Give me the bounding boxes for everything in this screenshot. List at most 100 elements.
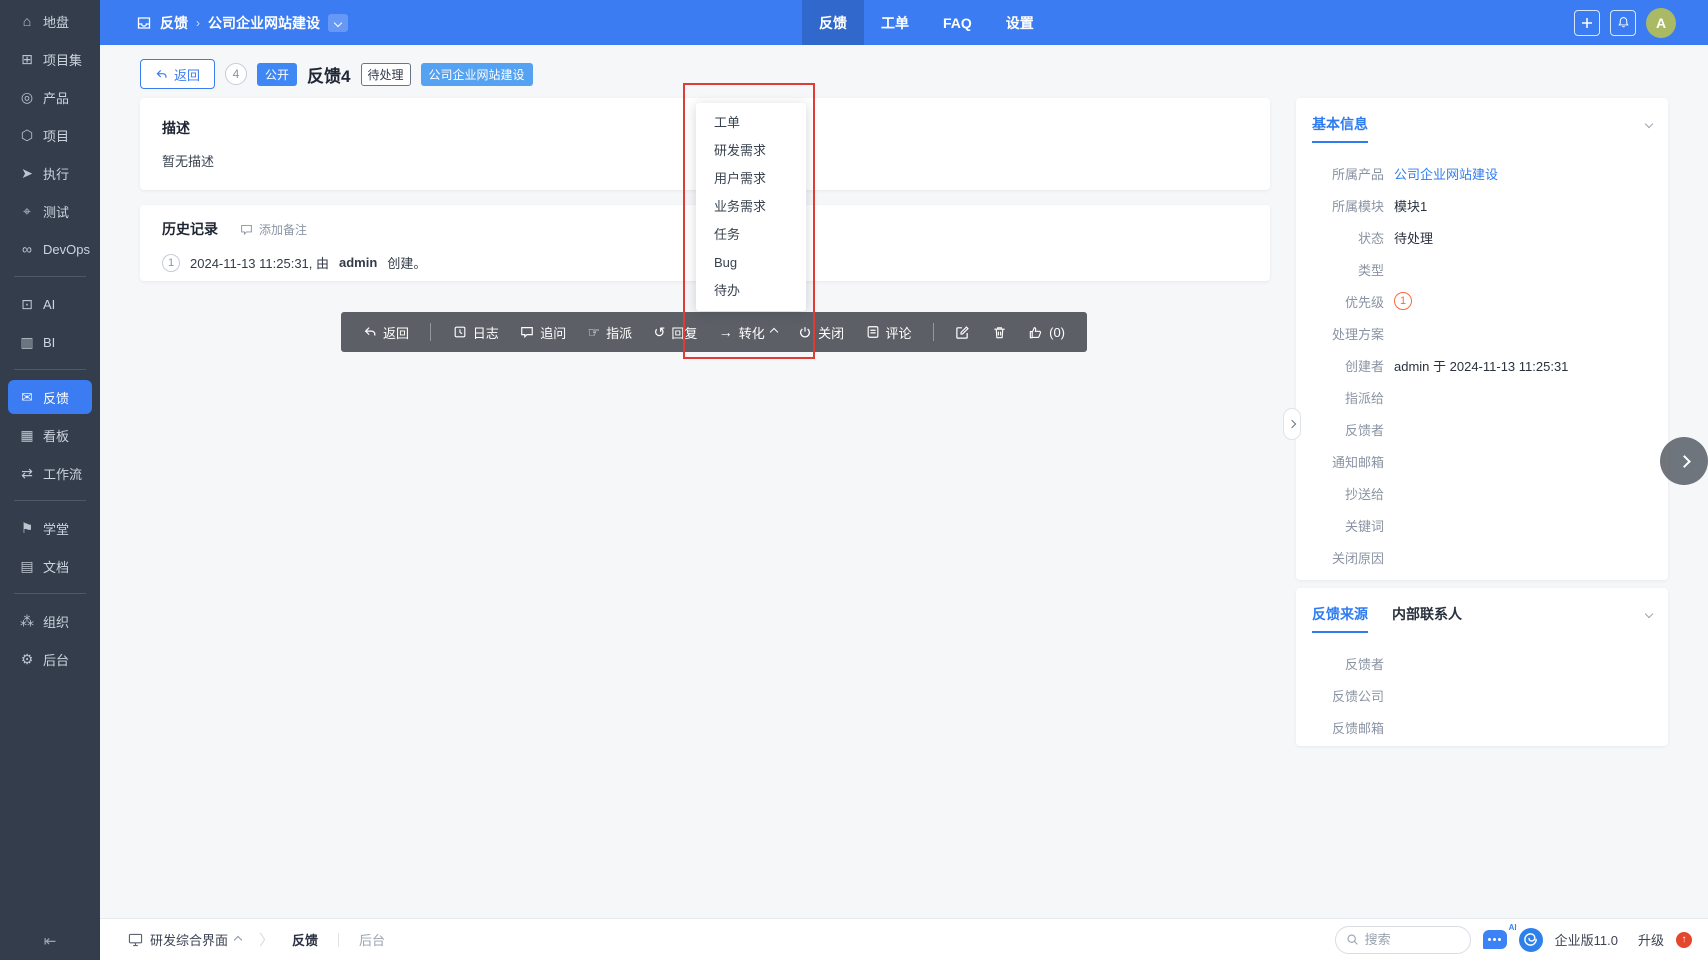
sidebar-item-product[interactable]: ◎ 产品	[8, 80, 92, 114]
breadcrumb-item[interactable]: 公司企业网站建设	[208, 13, 320, 33]
collapse-panel-button[interactable]	[1644, 604, 1654, 622]
toolbar-log-button[interactable]: 日志	[453, 323, 499, 342]
ai-assistant-icon[interactable]: AI	[1482, 923, 1517, 949]
project-icon: ⬡	[20, 126, 34, 143]
tab-ticket[interactable]: 工单	[864, 0, 926, 45]
next-item-button[interactable]	[1660, 437, 1708, 485]
search-input[interactable]	[1364, 932, 1455, 947]
app-screen: ⌂ 地盘 ⊞ 项目集 ◎ 产品 ⬡ 项目 ➤ 执行 ⌖ 测试 ∞ DevOps ⊡ AI ▥ BI…	[0, 0, 1708, 960]
field-value-link[interactable]: 公司企业网站建设	[1394, 164, 1498, 183]
field-label: 状态	[1357, 230, 1384, 246]
tab-feedback-source[interactable]: 反馈来源	[1312, 604, 1368, 633]
menu-item-task[interactable]: 任务	[696, 221, 806, 249]
sidebar-item-tutorial[interactable]: ⚑ 学堂	[8, 511, 92, 545]
chevron-up-icon	[233, 935, 243, 944]
home-icon: ⌂	[22, 13, 32, 29]
upgrade-link[interactable]: 升级	[1638, 930, 1664, 949]
menu-item-todo[interactable]: 待办	[696, 277, 806, 305]
add-note-button[interactable]: 添加备注	[240, 221, 307, 238]
sidebar-collapse-button[interactable]: ⇤	[0, 932, 100, 950]
footer-nav-feedback[interactable]: 反馈	[292, 930, 318, 949]
field-row-product: 所属产品 公司企业网站建设	[1312, 157, 1652, 189]
sidebar-item-home[interactable]: ⌂ 地盘	[8, 4, 92, 38]
collapse-panel-button[interactable]	[1644, 114, 1654, 132]
sidebar-item-workflow[interactable]: ⇄ 工作流	[8, 456, 92, 490]
sidebar-item-admin[interactable]: ⚙ 后台	[8, 642, 92, 676]
footer-nav-admin[interactable]: 后台	[359, 930, 385, 949]
menu-item-ticket[interactable]: 工单	[696, 109, 806, 137]
feedback-source-panel: 反馈来源 内部联系人 反馈者 反馈公司 反馈邮箱	[1296, 588, 1668, 746]
toolbar-back-button[interactable]: 返回	[363, 323, 409, 342]
sidebar-divider	[14, 593, 86, 594]
field-label: 反馈公司	[1331, 688, 1384, 704]
devops-icon: ∞	[22, 241, 32, 257]
field-row-module: 所属模块 模块1	[1312, 189, 1652, 221]
chevron-right-icon	[1677, 454, 1691, 468]
tab-feedback[interactable]: 反馈	[802, 0, 864, 45]
field-label: 关键词	[1344, 518, 1384, 534]
sidebar-item-bi[interactable]: ▥ BI	[8, 325, 92, 359]
menu-item-dev-story[interactable]: 研发需求	[696, 137, 806, 165]
menu-item-user-story[interactable]: 用户需求	[696, 165, 806, 193]
basic-info-fields: 所属产品 公司企业网站建设 所属模块 模块1 状态 待处理 类型 优先级 1 处理方案 …	[1312, 157, 1652, 573]
toolbar-assign-button[interactable]: ☞ 指派	[588, 323, 633, 342]
sidebar-item-ai[interactable]: ⊡ AI	[8, 287, 92, 321]
field-label: 反馈邮箱	[1331, 720, 1384, 736]
create-button[interactable]	[1574, 9, 1600, 36]
sidebar-item-qa[interactable]: ⌖ 测试	[8, 194, 92, 228]
toolbar-delete-button[interactable]	[992, 325, 1007, 340]
sidebar-item-doc[interactable]: ▤ 文档	[8, 549, 92, 583]
menu-item-bug[interactable]: Bug	[696, 249, 806, 277]
tab-settings[interactable]: 设置	[989, 0, 1051, 45]
toolbar-reply-label: 回复	[671, 325, 698, 341]
zentao-logo-icon[interactable]	[1518, 927, 1543, 952]
sidebar-item-program[interactable]: ⊞ 项目集	[8, 42, 92, 76]
sidebar-item-project[interactable]: ⬡ 项目	[8, 118, 92, 152]
toolbar-ask-button[interactable]: 追问	[520, 323, 566, 342]
status-badge: 待处理	[360, 62, 411, 86]
toolbar-close-button[interactable]: 关闭	[798, 323, 844, 342]
sidebar-item-devops[interactable]: ∞ DevOps	[8, 232, 92, 266]
view-switcher-label: 研发综合界面	[150, 933, 229, 948]
reply-arrow-icon	[156, 69, 167, 78]
avatar[interactable]: A	[1646, 7, 1676, 38]
power-icon	[800, 327, 811, 338]
edition-label: 企业版11.0	[1554, 933, 1618, 948]
breadcrumb-module[interactable]: 反馈	[160, 13, 188, 33]
breadcrumb-separator: ›	[196, 15, 200, 30]
toolbar-like-button[interactable]: (0)	[1028, 325, 1065, 340]
view-switcher[interactable]: 研发综合界面	[128, 930, 243, 949]
field-label: 处理方案	[1331, 326, 1384, 342]
sidebar-item-execution[interactable]: ➤ 执行	[8, 156, 92, 190]
sidebar-item-label: 文档	[43, 559, 70, 575]
upgrade-arrow-icon[interactable]: ↑	[1676, 931, 1692, 948]
toolbar-reply-button[interactable]: ↺ 回复	[654, 323, 698, 342]
field-label: 优先级	[1344, 294, 1384, 310]
sidebar-item-kanban[interactable]: ▦ 看板	[8, 418, 92, 452]
product-badge[interactable]: 公司企业网站建设	[420, 62, 533, 86]
field-label: 类型	[1357, 262, 1384, 278]
toolbar-assign-label: 指派	[606, 325, 633, 341]
footer-bar: 研发综合界面 〉 反馈 后台 AI 企业版11.0 升级 ↑	[100, 918, 1708, 960]
tab-internal-contact[interactable]: 内部联系人	[1392, 604, 1462, 631]
history-entry-user: admin	[339, 255, 378, 270]
sidebar-item-feedback[interactable]: ✉ 反馈	[8, 380, 92, 414]
edit-pencil-icon	[956, 325, 970, 339]
back-button[interactable]: 返回	[140, 59, 216, 89]
footer-separator: 〉	[259, 932, 275, 949]
source-tabs: 反馈来源 内部联系人	[1312, 604, 1652, 633]
panel-expand-handle[interactable]	[1283, 408, 1301, 440]
notifications-button[interactable]	[1610, 9, 1636, 36]
sidebar-divider	[14, 276, 86, 277]
history-entry-index: 1	[162, 253, 180, 272]
menu-item-biz-story[interactable]: 业务需求	[696, 193, 806, 221]
people-icon: ⁂	[20, 612, 34, 629]
breadcrumb: 反馈 › 公司企业网站建设	[136, 0, 348, 45]
toolbar-convert-button[interactable]: → 转化	[719, 323, 778, 342]
sidebar-item-org[interactable]: ⁂ 组织	[8, 604, 92, 638]
tab-faq[interactable]: FAQ	[926, 0, 989, 45]
toolbar-comment-button[interactable]: 评论	[866, 323, 912, 342]
breadcrumb-dropdown-toggle[interactable]	[328, 13, 348, 32]
kanban-icon: ▦	[20, 426, 34, 443]
toolbar-edit-button[interactable]	[955, 325, 970, 340]
